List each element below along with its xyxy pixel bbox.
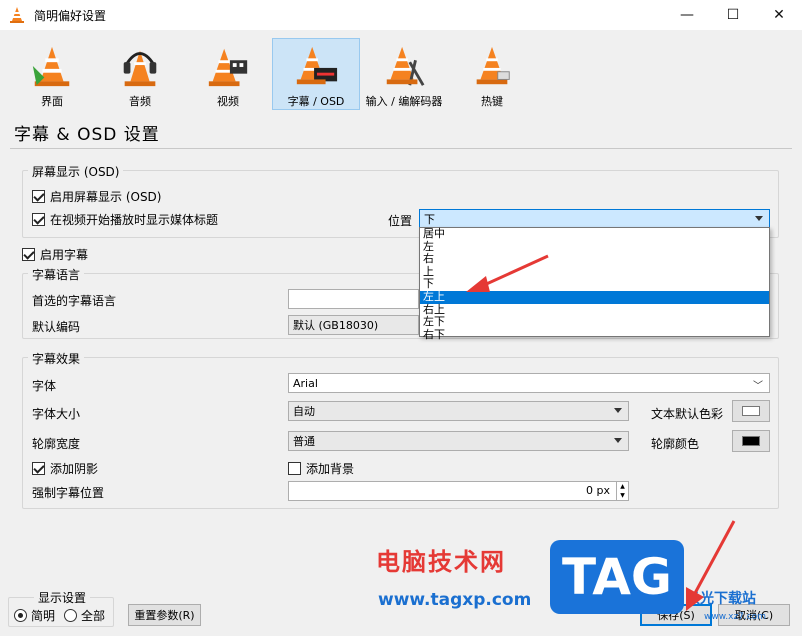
- check-icon: [32, 190, 45, 203]
- default-encoding-value: 默认 (GB18030): [293, 319, 379, 332]
- spin-down-icon[interactable]: ▼: [617, 491, 628, 500]
- position-option[interactable]: 右下: [420, 328, 769, 342]
- audio-headphones-icon: [123, 50, 157, 87]
- dropdown-arrow-icon: [614, 438, 622, 443]
- font-size-value: 自动: [293, 405, 315, 418]
- hotkeys-cone-icon: [476, 46, 510, 85]
- tab-subtitles-osd-label: 字幕 / OSD: [287, 95, 345, 108]
- watermark-tag-logo: TAG: [550, 540, 684, 614]
- outline-color-button[interactable]: [732, 430, 770, 452]
- subtitle-effects-title: 字幕效果: [28, 350, 85, 367]
- simple-radio[interactable]: 简明: [14, 607, 55, 624]
- preferred-language-label: 首选的字幕语言: [32, 294, 117, 308]
- tab-video[interactable]: 视频: [184, 38, 272, 110]
- outline-color-label: 轮廓颜色: [651, 437, 700, 451]
- title-divider: [10, 148, 792, 149]
- position-option[interactable]: 右上: [420, 303, 769, 317]
- subtitle-language-title: 字幕语言: [28, 266, 85, 283]
- force-position-label: 强制字幕位置: [32, 486, 105, 500]
- font-value: Arial: [293, 376, 318, 390]
- enable-subtitles-checkbox[interactable]: 启用字幕: [22, 246, 88, 263]
- position-option[interactable]: 左下: [420, 316, 769, 329]
- font-size-select[interactable]: 自动: [288, 401, 629, 421]
- tab-hotkeys[interactable]: 热键: [448, 38, 536, 110]
- unchecked-box-icon: [288, 462, 301, 475]
- position-label: 位置: [388, 214, 413, 228]
- title-bar: 简明偏好设置 — ☐ ✕: [0, 0, 802, 30]
- add-shadow-checkbox[interactable]: 添加阴影: [32, 460, 98, 477]
- position-option[interactable]: 居中: [420, 228, 769, 241]
- text-color-label: 文本默认色彩: [651, 407, 724, 421]
- interface-cone-icon: [32, 46, 70, 87]
- chevron-down-icon: ﹀: [753, 381, 763, 392]
- dropdown-arrow-icon: [614, 408, 622, 413]
- maximize-button[interactable]: ☐: [710, 0, 756, 30]
- check-icon: [32, 213, 45, 226]
- default-encoding-label: 默认编码: [32, 320, 81, 334]
- all-radio[interactable]: 全部: [64, 607, 105, 624]
- position-value: 下: [424, 213, 435, 226]
- add-background-label: 添加背景: [306, 462, 355, 476]
- text-color-swatch: [742, 406, 760, 416]
- category-toolbar: 界面 音频 视频 字幕 / OSD 输入 / 编解码器 热键: [8, 38, 536, 112]
- add-shadow-label: 添加阴影: [50, 462, 99, 476]
- close-button[interactable]: ✕: [756, 0, 802, 30]
- outline-width-value: 普通: [293, 435, 315, 448]
- radio-selected-icon: [14, 609, 27, 622]
- preferred-language-input[interactable]: [288, 289, 419, 309]
- annotation-arrow-save-icon: [686, 520, 736, 611]
- show-title-checkbox[interactable]: 在视频开始播放时显示媒体标题: [32, 211, 218, 228]
- spin-up-icon[interactable]: ▲: [617, 482, 628, 491]
- video-cone-icon: [208, 48, 248, 87]
- tab-interface[interactable]: 界面: [8, 38, 96, 110]
- radio-unselected-icon: [64, 609, 77, 622]
- tab-input-codecs-label: 输入 / 编解码器: [365, 95, 443, 108]
- minimize-button[interactable]: —: [664, 0, 710, 30]
- font-select[interactable]: Arial ﹀: [288, 373, 770, 393]
- subtitles-cone-icon: [296, 46, 338, 85]
- font-size-label: 字体大小: [32, 407, 81, 421]
- tab-hotkeys-label: 热键: [481, 95, 503, 108]
- outline-width-label: 轮廓宽度: [32, 437, 81, 451]
- show-title-label: 在视频开始播放时显示媒体标题: [50, 213, 219, 227]
- force-position-value: 0 px: [586, 484, 610, 497]
- annotation-arrow-icon: [466, 254, 549, 292]
- position-select[interactable]: 下: [419, 209, 770, 229]
- tab-input-codecs[interactable]: 输入 / 编解码器: [360, 38, 448, 110]
- page-title: 字幕 & OSD 设置: [14, 125, 160, 145]
- tab-subtitles-osd[interactable]: 字幕 / OSD: [272, 38, 360, 110]
- all-radio-label: 全部: [81, 609, 106, 623]
- force-position-spinner[interactable]: ▲ ▼: [616, 482, 628, 500]
- codec-cone-icon: [386, 46, 425, 86]
- simple-radio-label: 简明: [31, 609, 56, 623]
- check-icon: [22, 248, 35, 261]
- outline-color-swatch: [742, 436, 760, 446]
- force-position-input[interactable]: 0 px: [288, 481, 629, 501]
- dropdown-arrow-icon: [755, 216, 763, 221]
- add-background-checkbox[interactable]: 添加背景: [288, 460, 354, 477]
- default-encoding-select[interactable]: 默认 (GB18030): [288, 315, 419, 335]
- reset-button[interactable]: 重置参数(R): [128, 604, 201, 626]
- enable-osd-checkbox[interactable]: 启用屏幕显示 (OSD): [32, 188, 161, 205]
- tab-audio-label: 音频: [129, 95, 151, 108]
- vlc-cone-icon: [10, 7, 24, 23]
- osd-group-title: 屏幕显示 (OSD): [28, 163, 124, 180]
- tab-interface-label: 界面: [41, 95, 63, 108]
- text-color-button[interactable]: [732, 400, 770, 422]
- check-icon: [32, 462, 45, 475]
- watermark-text: 电脑技术网: [376, 548, 506, 576]
- enable-osd-label: 启用屏幕显示 (OSD): [50, 190, 162, 204]
- window-title: 简明偏好设置: [34, 8, 107, 23]
- watermark-url: www.tagxp.com: [378, 590, 532, 610]
- font-label: 字体: [32, 379, 57, 393]
- enable-subtitles-label: 启用字幕: [40, 248, 89, 262]
- tab-video-label: 视频: [217, 95, 239, 108]
- outline-width-select[interactable]: 普通: [288, 431, 629, 451]
- display-settings-title: 显示设置: [34, 589, 91, 606]
- tab-audio[interactable]: 音频: [96, 38, 184, 110]
